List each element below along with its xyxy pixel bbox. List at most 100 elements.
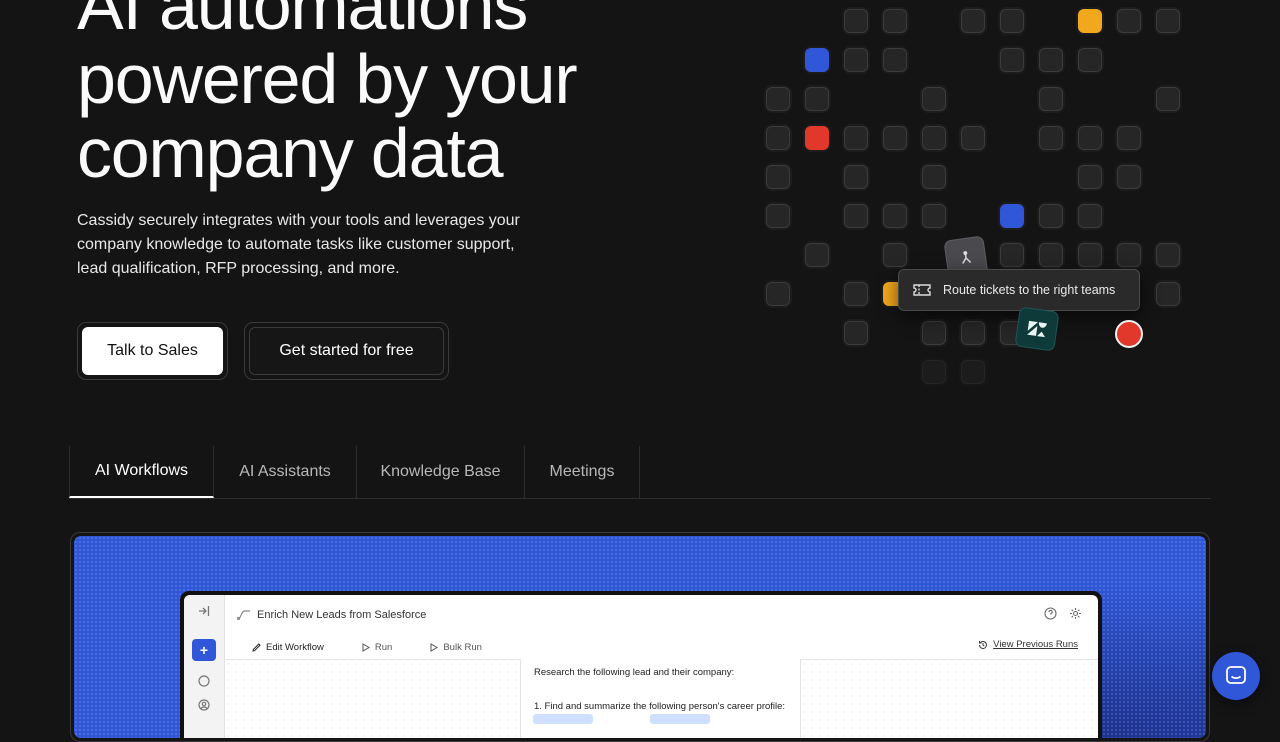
chat-bubble-icon	[1226, 666, 1246, 684]
tab-knowledge-base[interactable]: Knowledge Base	[357, 446, 525, 498]
route-tickets-label: Route tickets to the right teams	[943, 283, 1116, 297]
app-sidebar-rail: +	[184, 595, 225, 738]
grid-dot	[844, 204, 868, 228]
grid-dot	[961, 321, 985, 345]
grid-dot	[1078, 9, 1102, 33]
editor-line-2: 1. Find and summarize the following pers…	[534, 701, 786, 712]
highlighted-red-dot	[1115, 320, 1143, 348]
grid-dot	[1039, 126, 1063, 150]
workflow-sub-tabs: Edit Workflow Run Bulk Run	[244, 635, 490, 660]
tab-meetings[interactable]: Meetings	[525, 446, 640, 498]
history-icon	[979, 640, 988, 649]
variable-chip[interactable]	[533, 714, 593, 724]
grid-dot	[883, 48, 907, 72]
grid-dot	[844, 9, 868, 33]
grid-dot	[1000, 48, 1024, 72]
workflow-title: Enrich New Leads from Salesforce	[257, 609, 427, 621]
tab-run-label: Run	[374, 641, 393, 653]
grid-dot	[1156, 87, 1180, 111]
product-tabs: AI Workflows AI Assistants Knowledge Bas…	[69, 446, 1211, 499]
variable-chip[interactable]	[650, 714, 710, 724]
ticket-icon	[913, 284, 931, 296]
tab-edit-workflow-label: Edit Workflow	[266, 641, 324, 653]
grid-dot	[1078, 126, 1102, 150]
grid-dot	[922, 126, 946, 150]
grid-dot	[805, 126, 829, 150]
view-previous-runs-label: View Previous Runs	[993, 639, 1078, 650]
grid-dot	[844, 321, 868, 345]
grid-dot	[766, 165, 790, 189]
grid-dot	[922, 87, 946, 111]
grid-dot	[1078, 165, 1102, 189]
demo-background: + Enrich New Leads from Salesforce Edit …	[74, 536, 1206, 738]
grid-dot	[1039, 87, 1063, 111]
grid-dot	[805, 243, 829, 267]
prompt-editor[interactable]: Research the following lead and their co…	[520, 659, 801, 738]
grid-dot	[1117, 9, 1141, 33]
grid-dot	[922, 360, 946, 384]
demo-app-window: + Enrich New Leads from Salesforce Edit …	[180, 591, 1102, 738]
tab-run[interactable]: Run	[354, 635, 400, 659]
pencil-icon	[252, 642, 261, 652]
grid-dot	[1156, 282, 1180, 306]
support-chat-button[interactable]	[1212, 652, 1260, 700]
tab-ai-assistants[interactable]: AI Assistants	[214, 446, 357, 498]
split-icon	[962, 251, 972, 264]
grid-dot	[961, 360, 985, 384]
grid-dot	[922, 321, 946, 345]
profile-icon[interactable]	[194, 695, 214, 715]
grid-dot	[1078, 48, 1102, 72]
grid-dot	[805, 48, 829, 72]
play-icon	[430, 642, 439, 652]
chat-icon[interactable]	[194, 671, 214, 691]
grid-dot	[1039, 204, 1063, 228]
grid-dot	[1117, 243, 1141, 267]
grid-dot	[1000, 9, 1024, 33]
grid-dot	[766, 204, 790, 228]
tab-bulk-run[interactable]: Bulk Run	[422, 635, 490, 659]
grid-dot	[1078, 243, 1102, 267]
grid-dot	[1039, 48, 1063, 72]
grid-dot	[844, 165, 868, 189]
grid-dot	[883, 9, 907, 33]
tab-ai-workflows[interactable]: AI Workflows	[69, 446, 214, 498]
product-demo-frame: + Enrich New Leads from Salesforce Edit …	[70, 532, 1210, 742]
grid-dot	[844, 126, 868, 150]
workflow-icon	[237, 610, 250, 620]
demo-app-content: + Enrich New Leads from Salesforce Edit …	[184, 595, 1098, 738]
grid-dot	[805, 87, 829, 111]
collapse-sidebar-icon[interactable]	[194, 601, 214, 621]
grid-dot	[1078, 204, 1102, 228]
grid-dot	[922, 165, 946, 189]
grid-dot	[922, 204, 946, 228]
tab-edit-workflow[interactable]: Edit Workflow	[244, 635, 332, 660]
grid-dot	[1000, 243, 1024, 267]
grid-dot	[1117, 126, 1141, 150]
app-top-icons	[1044, 607, 1082, 620]
grid-dot	[883, 126, 907, 150]
settings-gear-icon[interactable]	[1069, 607, 1082, 620]
grid-dot	[1156, 243, 1180, 267]
grid-dot	[1117, 165, 1141, 189]
grid-dot	[844, 282, 868, 306]
new-item-button[interactable]: +	[192, 639, 216, 661]
editor-line-1: Research the following lead and their co…	[534, 667, 735, 678]
grid-dot	[766, 126, 790, 150]
help-icon[interactable]	[1044, 607, 1057, 620]
view-previous-runs-link[interactable]: View Previous Runs	[978, 639, 1078, 650]
play-icon	[362, 642, 370, 652]
grid-dot	[883, 204, 907, 228]
grid-dot	[961, 126, 985, 150]
grid-dot	[1000, 204, 1024, 228]
route-tickets-card: Route tickets to the right teams	[898, 269, 1140, 311]
zendesk-icon	[1027, 320, 1047, 338]
grid-dot	[766, 87, 790, 111]
grid-dot	[1156, 9, 1180, 33]
grid-dot	[883, 243, 907, 267]
tab-bulk-run-label: Bulk Run	[443, 641, 482, 653]
grid-dot	[766, 282, 790, 306]
zendesk-tile	[1014, 306, 1060, 352]
grid-dot	[961, 9, 985, 33]
integration-dot-grid	[0, 0, 1280, 420]
grid-dot	[1039, 243, 1063, 267]
